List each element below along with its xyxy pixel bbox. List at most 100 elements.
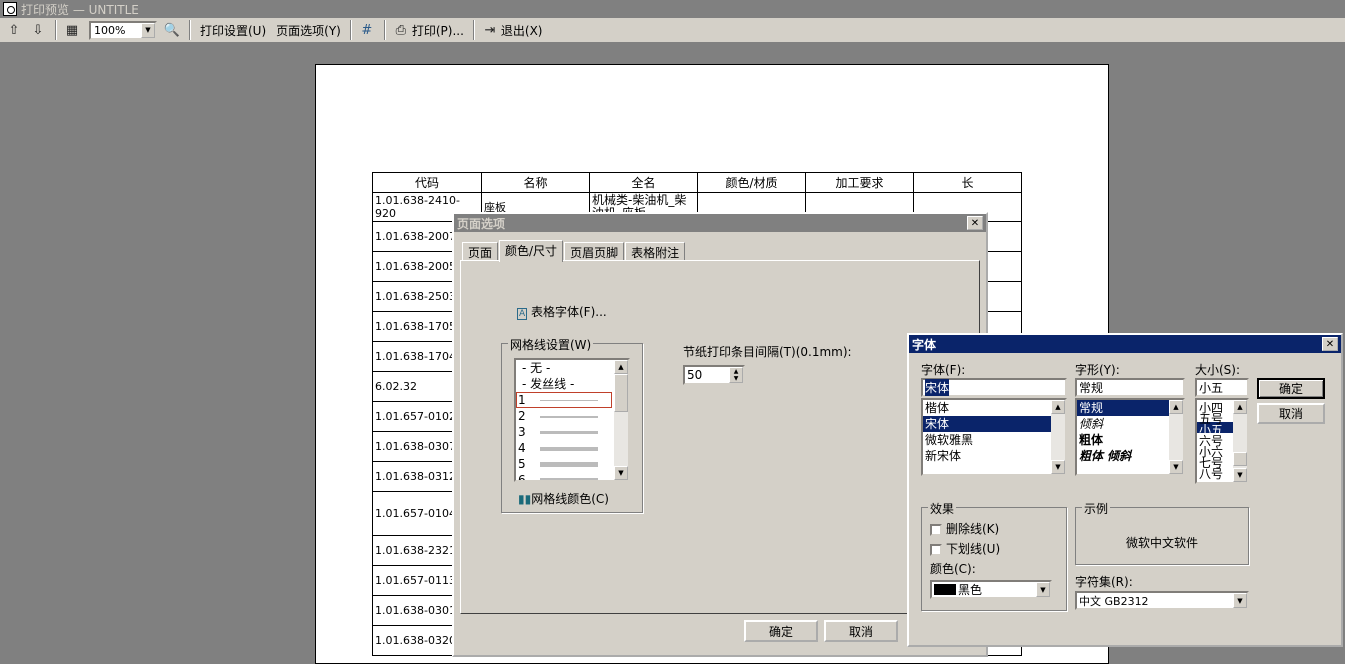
tab-header-footer[interactable]: 页眉页脚 xyxy=(564,242,625,260)
scroll-thumb[interactable] xyxy=(1233,452,1247,466)
scroll-up-icon[interactable]: ▲ xyxy=(1051,400,1065,414)
interval-spinner[interactable]: 50 ▲ ▼ xyxy=(683,365,745,385)
interval-value: 50 xyxy=(687,368,703,382)
grid-style-item[interactable]: - 无 - xyxy=(516,360,628,376)
font-list-item[interactable]: 楷体 xyxy=(923,400,1065,416)
grid-style-item[interactable]: 5 xyxy=(516,456,628,472)
chevron-down-icon[interactable]: ▼ xyxy=(1233,593,1247,608)
style-list-item[interactable]: 常规 xyxy=(1077,400,1183,416)
line-sample xyxy=(539,446,598,451)
cancel-button[interactable]: 取消 xyxy=(824,620,898,642)
previous-page-icon[interactable]: ⇧ xyxy=(3,20,25,40)
font-dialog: 字体 ✕ 字体(F): 宋体 楷体 宋体 微软雅黑 新宋体 ▲ ▼ 字形(Y): 常规… xyxy=(907,333,1343,647)
sample-text: 微软中文软件 xyxy=(1126,536,1199,550)
dialog-title-bar: 页面选项 ✕ xyxy=(454,214,986,232)
dialog-title: 页面选项 xyxy=(457,216,506,231)
grid-style-item[interactable]: - 发丝线 - xyxy=(516,376,628,392)
font-style-input[interactable]: 常规 xyxy=(1075,378,1185,397)
tab-page[interactable]: 页面 xyxy=(462,242,499,260)
column-header: 长 xyxy=(913,172,1022,193)
grid-style-item[interactable]: 2 xyxy=(516,408,628,424)
toolbar-separator xyxy=(55,20,57,40)
column-header: 颜色/材质 xyxy=(697,172,806,193)
dialog-title-bar: 字体 ✕ xyxy=(909,335,1341,353)
effects-group: 效果 删除线(K) 下划线(U) 颜色(C): 黑色 ▼ xyxy=(921,500,1067,611)
grid-style-item[interactable]: 4 xyxy=(516,440,628,456)
tab-table-notes[interactable]: 表格附注 xyxy=(625,242,686,260)
tab-color-size[interactable]: 颜色/尺寸 xyxy=(499,240,564,262)
ok-button[interactable]: 确定 xyxy=(744,620,818,642)
chevron-down-icon[interactable]: ▼ xyxy=(1036,582,1050,597)
size-label: 大小(S): xyxy=(1195,363,1241,377)
font-label: 字体(F): xyxy=(921,363,966,377)
toolbar-separator xyxy=(189,20,191,40)
font-ok-button[interactable]: 确定 xyxy=(1257,378,1325,399)
font-list-item[interactable]: 新宋体 xyxy=(923,448,1065,464)
effects-label: 效果 xyxy=(928,500,957,517)
exit-icon: ⇥ xyxy=(484,22,496,38)
window-title: 打印预览 — UNTITLE xyxy=(21,2,139,17)
font-name-list[interactable]: 楷体 宋体 微软雅黑 新宋体 ▲ ▼ xyxy=(921,398,1067,476)
font-size-input[interactable]: 小五 xyxy=(1195,378,1249,397)
font-cancel-button[interactable]: 取消 xyxy=(1257,403,1325,424)
next-page-icon[interactable]: ⇩ xyxy=(27,20,49,40)
print-button[interactable]: 打印(P)... xyxy=(412,22,464,39)
strikeout-checkbox[interactable]: 删除线(K) xyxy=(930,520,999,537)
spinner-arrows-icon[interactable]: ▲ ▼ xyxy=(729,367,743,383)
print-preview-icon xyxy=(3,2,17,16)
font-list-item[interactable]: 宋体 xyxy=(923,416,1065,432)
style-list-item[interactable]: 粗体 倾斜 xyxy=(1077,448,1183,464)
zoom-icon[interactable]: 🔍 xyxy=(161,20,183,40)
font-size-list[interactable]: 小四 五号 小五 六号 小六 七号 八号 ▲ ▼ xyxy=(1195,398,1249,484)
font-icon: A xyxy=(517,308,528,320)
style-list-scrollbar[interactable]: ▲ ▼ xyxy=(1169,400,1183,474)
dialog-title: 字体 xyxy=(912,337,937,352)
line-sample xyxy=(539,462,598,467)
line-sample xyxy=(539,431,598,434)
table-font-button[interactable]: A 表格字体(F)... xyxy=(517,303,607,320)
grid-toggle-icon[interactable]: # xyxy=(356,20,378,40)
multi-page-icon[interactable]: ▦ xyxy=(61,20,83,40)
font-style-list[interactable]: 常规 倾斜 粗体 粗体 倾斜 ▲ ▼ xyxy=(1075,398,1185,476)
scroll-up-icon[interactable]: ▲ xyxy=(1169,400,1183,414)
table-header-row: 代码 名称 全名 颜色/材质 加工要求 长 xyxy=(372,172,1022,193)
scroll-thumb[interactable] xyxy=(614,374,628,412)
grid-list-scrollbar[interactable]: ▲ ▼ xyxy=(614,360,628,480)
checkbox-box[interactable] xyxy=(930,523,942,536)
close-icon[interactable]: ✕ xyxy=(967,216,983,230)
grid-style-item[interactable]: 3 xyxy=(516,424,628,440)
style-list-item[interactable]: 倾斜 xyxy=(1077,416,1183,432)
charset-label: 字符集(R): xyxy=(1075,575,1133,589)
toolbar-separator xyxy=(349,20,352,40)
font-list-scrollbar[interactable]: ▲ ▼ xyxy=(1051,400,1065,474)
grid-color-button[interactable]: ▮▮网格线颜色(C) xyxy=(518,490,609,507)
style-list-item[interactable]: 粗体 xyxy=(1077,432,1183,448)
grid-style-item[interactable]: 6 xyxy=(516,472,628,480)
sample-group: 示例 微软中文软件 xyxy=(1075,500,1249,565)
checkbox-box[interactable] xyxy=(930,543,942,556)
scroll-down-icon[interactable]: ▼ xyxy=(1233,468,1247,482)
underline-checkbox[interactable]: 下划线(U) xyxy=(930,540,1000,557)
grid-style-list[interactable]: - 无 -- 发丝线 -123456 ▲ ▼ xyxy=(514,358,630,482)
chevron-down-icon[interactable]: ▼ xyxy=(141,22,155,38)
exit-button[interactable]: 退出(X) xyxy=(501,22,543,39)
zoom-select[interactable]: 100% ▼ xyxy=(89,20,157,40)
scroll-up-icon[interactable]: ▲ xyxy=(1233,400,1247,414)
charset-select[interactable]: 中文 GB2312 ▼ xyxy=(1075,591,1249,610)
column-header: 代码 xyxy=(372,172,482,193)
scroll-down-icon[interactable]: ▼ xyxy=(1169,460,1183,474)
scroll-down-icon[interactable]: ▼ xyxy=(1051,460,1065,474)
font-list-item[interactable]: 微软雅黑 xyxy=(923,432,1065,448)
page-options-button[interactable]: 页面选项(Y) xyxy=(276,22,341,39)
size-list-scrollbar[interactable]: ▲ ▼ xyxy=(1233,400,1247,482)
close-icon[interactable]: ✕ xyxy=(1322,337,1338,351)
grid-group-label: 网格线设置(W) xyxy=(508,336,594,353)
print-setup-button[interactable]: 打印设置(U) xyxy=(200,22,266,39)
line-sample xyxy=(539,400,598,401)
grid-style-item[interactable]: 1 xyxy=(516,392,612,408)
scroll-down-icon[interactable]: ▼ xyxy=(614,466,628,480)
color-select[interactable]: 黑色 ▼ xyxy=(930,580,1052,599)
toolbar-separator xyxy=(383,20,386,40)
scroll-up-icon[interactable]: ▲ xyxy=(614,360,628,374)
font-name-input[interactable]: 宋体 xyxy=(921,378,1067,397)
